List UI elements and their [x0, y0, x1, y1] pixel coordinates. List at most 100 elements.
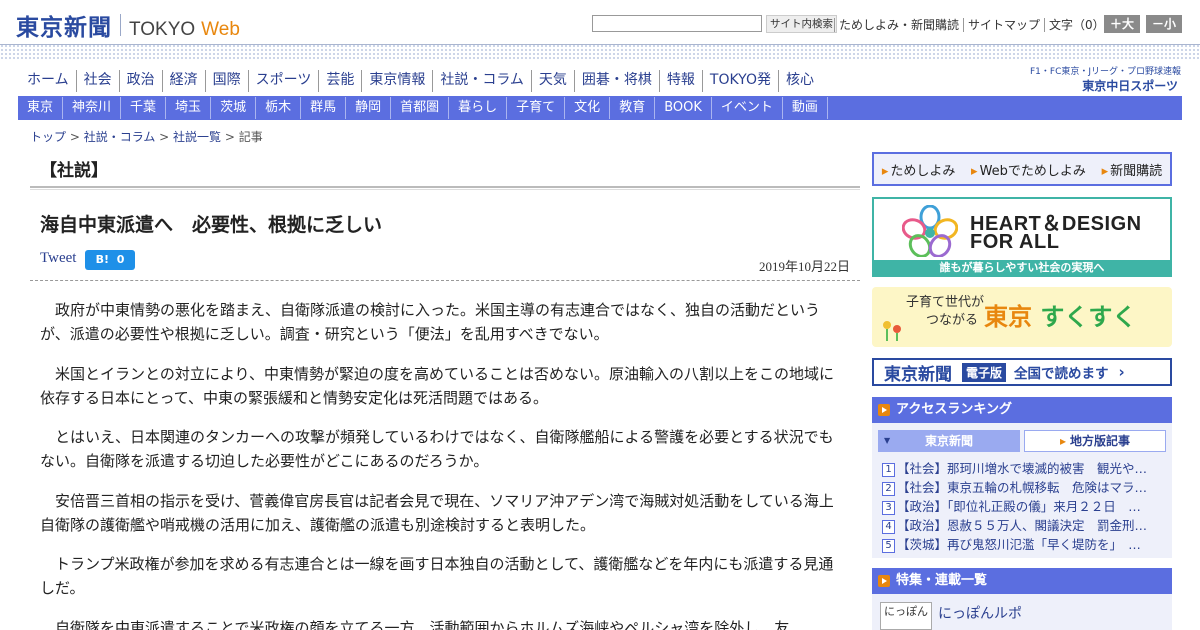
- site-search-button[interactable]: サイト内検索: [766, 15, 837, 33]
- region-nav-item[interactable]: 教育: [610, 97, 656, 119]
- ranking-list: 1 【社会】那珂川増水で壊滅的被害 観光や… 2 【社会】東京五輪の札幌移転 危険はマ…: [882, 459, 1166, 554]
- rank-number: 4: [882, 520, 895, 534]
- site-search-input[interactable]: [592, 15, 762, 32]
- header-links: ためしよみ・新聞購読 サイトマップ 文字（0）: [834, 16, 1109, 33]
- header-link-subscribe[interactable]: ためしよみ・新聞購読: [834, 18, 964, 32]
- hatena-bookmark-button[interactable]: B! 0: [85, 250, 135, 270]
- region-nav-item[interactable]: 神奈川: [63, 97, 122, 119]
- tweet-button[interactable]: Tweet: [40, 250, 76, 267]
- logo-divider: [120, 14, 121, 36]
- main-nav-item[interactable]: スポーツ: [247, 70, 319, 92]
- main-nav-item[interactable]: 政治: [118, 70, 162, 92]
- ranking-item-text: 【社会】東京五輪の札幌移転 危険はマラ…: [897, 480, 1148, 495]
- feature-title-link[interactable]: にっぽんルポ: [938, 603, 1022, 623]
- region-nav-item[interactable]: 動画: [783, 97, 828, 119]
- region-nav-item[interactable]: 栃木: [256, 97, 302, 119]
- web-trial-link[interactable]: Webでためしよみ: [971, 160, 1086, 179]
- hatena-count: 0: [116, 253, 125, 266]
- site-logo[interactable]: 東京新聞 TOKYO Web: [16, 8, 240, 42]
- font-larger-button[interactable]: ＋大: [1104, 15, 1140, 33]
- region-nav-item[interactable]: 群馬: [301, 97, 347, 119]
- sports-logo-tagline: F1・FC東京・Jリーグ・プロ野球速報: [1030, 67, 1182, 77]
- main-nav-item[interactable]: 芸能: [318, 70, 361, 92]
- section-label: 【社説】: [40, 161, 108, 181]
- chevron-right-icon: ›: [1118, 363, 1125, 381]
- main-nav-item[interactable]: ホーム: [20, 70, 76, 92]
- article-paragraph: 安倍晋三首相の指示を受け、菅義偉官房長官は記者会見で現在、ソマリア沖アデン湾で海…: [40, 491, 834, 534]
- article-title: 海自中東派遣へ 必要性、根拠に乏しい: [40, 214, 383, 236]
- tab-local-articles[interactable]: 地方版記事: [1024, 430, 1166, 452]
- ranking-item-text: 【政治】恩赦５５万人、閣議決定 罰金刑…: [897, 518, 1148, 533]
- logo-web: Web: [201, 19, 240, 40]
- region-nav-item[interactable]: BOOK: [655, 97, 712, 119]
- font-smaller-button[interactable]: －小: [1146, 15, 1182, 33]
- dotted-band: [0, 44, 1200, 60]
- region-nav-item[interactable]: 文化: [565, 97, 611, 119]
- article-paragraph: 自衛隊を中東派遣することで米政権の顔を立てる一方、活動範囲からホルムズ海峡やペル…: [55, 618, 790, 630]
- epaper-logo: 東京新聞: [884, 364, 952, 385]
- rank-number: 5: [882, 539, 895, 553]
- region-nav-item[interactable]: イベント: [712, 97, 783, 119]
- region-nav-item[interactable]: 暮らし: [449, 97, 508, 119]
- article-paragraph: 政府が中東情勢の悪化を踏まえ、自衛隊派遣の検討に入った。米国主導の有志連合ではな…: [40, 301, 821, 343]
- trial-read-link[interactable]: ためしよみ: [882, 160, 955, 179]
- epaper-banner[interactable]: 東京新聞 電子版 全国で読めます ›: [872, 358, 1172, 386]
- ranking-item[interactable]: 2 【社会】東京五輪の札幌移転 危険はマラ…: [882, 478, 1166, 497]
- region-nav-item[interactable]: 静岡: [346, 97, 392, 119]
- ranking-item[interactable]: 1 【社会】那珂川増水で壊滅的被害 観光や…: [882, 459, 1166, 478]
- flower-icon: [883, 321, 901, 341]
- chunichi-sports-logo[interactable]: F1・FC東京・Jリーグ・プロ野球速報 東京中日スポーツ: [1030, 64, 1182, 94]
- region-nav-item[interactable]: 首都圏: [391, 97, 450, 119]
- main-nav-item[interactable]: 東京情報: [361, 70, 432, 92]
- breadcrumb-current: 記事: [238, 130, 263, 144]
- feature-thumbnail[interactable]: にっぽん: [880, 602, 932, 630]
- main-nav-item[interactable]: 天気: [530, 70, 574, 92]
- logo-japanese: 東京新聞: [16, 14, 112, 41]
- ranking-heading: アクセスランキング: [872, 397, 1172, 423]
- ranking-heading-text: アクセスランキング: [896, 402, 1012, 417]
- ranking-item[interactable]: 3 【政治】「即位礼正殿の儀」来月２２日 …: [882, 497, 1166, 516]
- play-icon: [878, 404, 890, 416]
- flower-logo-icon: [902, 205, 958, 257]
- features-heading: 特集・連載一覧: [872, 568, 1172, 594]
- breadcrumb-top[interactable]: トップ: [30, 130, 66, 144]
- header-link-sitemap[interactable]: サイトマップ: [963, 18, 1045, 32]
- sports-logo-name: 東京中日スポーツ: [1082, 79, 1178, 93]
- article-paragraph: トランプ米政権が参加を求める有志連合とは一線を画す日本独自の活動として、護衛艦な…: [40, 555, 834, 597]
- ranking-item[interactable]: 4 【政治】恩赦５５万人、閣議決定 罰金刑…: [882, 516, 1166, 535]
- ranking-panel: 東京新聞 地方版記事 1【社会】那珂川増水で壊滅的被害 観光や…2【社会】東京五…: [872, 423, 1172, 558]
- article-date: 2019年10月22日: [758, 259, 850, 274]
- breadcrumb-editorial-list[interactable]: 社説一覧: [173, 130, 221, 144]
- main-nav-item[interactable]: 特報: [658, 70, 702, 92]
- breadcrumb: トップ > 社説・コラム > 社説一覧 > 記事: [30, 128, 263, 145]
- features-heading-text: 特集・連載一覧: [896, 573, 988, 588]
- main-nav-item[interactable]: 社会: [75, 70, 119, 92]
- region-nav-item[interactable]: 埼玉: [166, 97, 212, 119]
- main-nav: ホーム 社会 政治 経済 国際 スポーツ 芸能 東京情報 社説・コラム 天気 囲碁・将棋 特報 TOKY…: [20, 70, 821, 92]
- subscribe-links: ためしよみ Webでためしよみ 新聞購読: [872, 152, 1172, 186]
- tab-tokyo-shimbun[interactable]: 東京新聞: [878, 430, 1020, 452]
- ranking-item[interactable]: 5 【茨城】再び鬼怒川氾濫「早く堤防を」 …: [882, 535, 1166, 554]
- site-header: 東京新聞 TOKYO Web サイト内検索 ためしよみ・新聞購読 サイトマップ 文字…: [0, 0, 1200, 44]
- breadcrumb-column[interactable]: 社説・コラム: [84, 130, 156, 144]
- ranking-item-text: 【社会】那珂川増水で壊滅的被害 観光や…: [897, 461, 1148, 476]
- sukusuku-subtitle: 子育て世代が つながる: [906, 294, 984, 330]
- article-rule: [30, 280, 860, 281]
- epaper-tag: 電子版: [962, 362, 1007, 382]
- main-nav-item[interactable]: 核心: [777, 70, 821, 92]
- region-nav-item[interactable]: 子育て: [507, 97, 566, 119]
- region-nav-item[interactable]: 茨城: [211, 97, 257, 119]
- article-paragraph: とはいえ、日本関連のタンカーへの攻撃が頻発しているわけではなく、自衛隊艦船による…: [40, 428, 834, 470]
- main-nav-item[interactable]: TOKYO発: [701, 70, 778, 92]
- breadcrumb-sep: >: [155, 130, 174, 144]
- heart-design-banner[interactable]: HEART＆DESIGN FOR ALL 誰もが暮らしやすい社会の実現へ: [872, 197, 1172, 277]
- main-nav-item[interactable]: 社説・コラム: [432, 70, 531, 92]
- hd-caption: 誰もが暮らしやすい社会の実現へ: [874, 260, 1170, 275]
- region-nav-item[interactable]: 東京: [18, 97, 64, 119]
- sukusuku-banner[interactable]: 子育て世代が つながる 東京 すくすく: [872, 287, 1172, 347]
- main-nav-item[interactable]: 経済: [161, 70, 205, 92]
- main-nav-item[interactable]: 囲碁・将棋: [573, 70, 659, 92]
- main-nav-item[interactable]: 国際: [204, 70, 248, 92]
- region-nav-item[interactable]: 千葉: [121, 97, 167, 119]
- subscribe-link[interactable]: 新聞購読: [1102, 160, 1162, 179]
